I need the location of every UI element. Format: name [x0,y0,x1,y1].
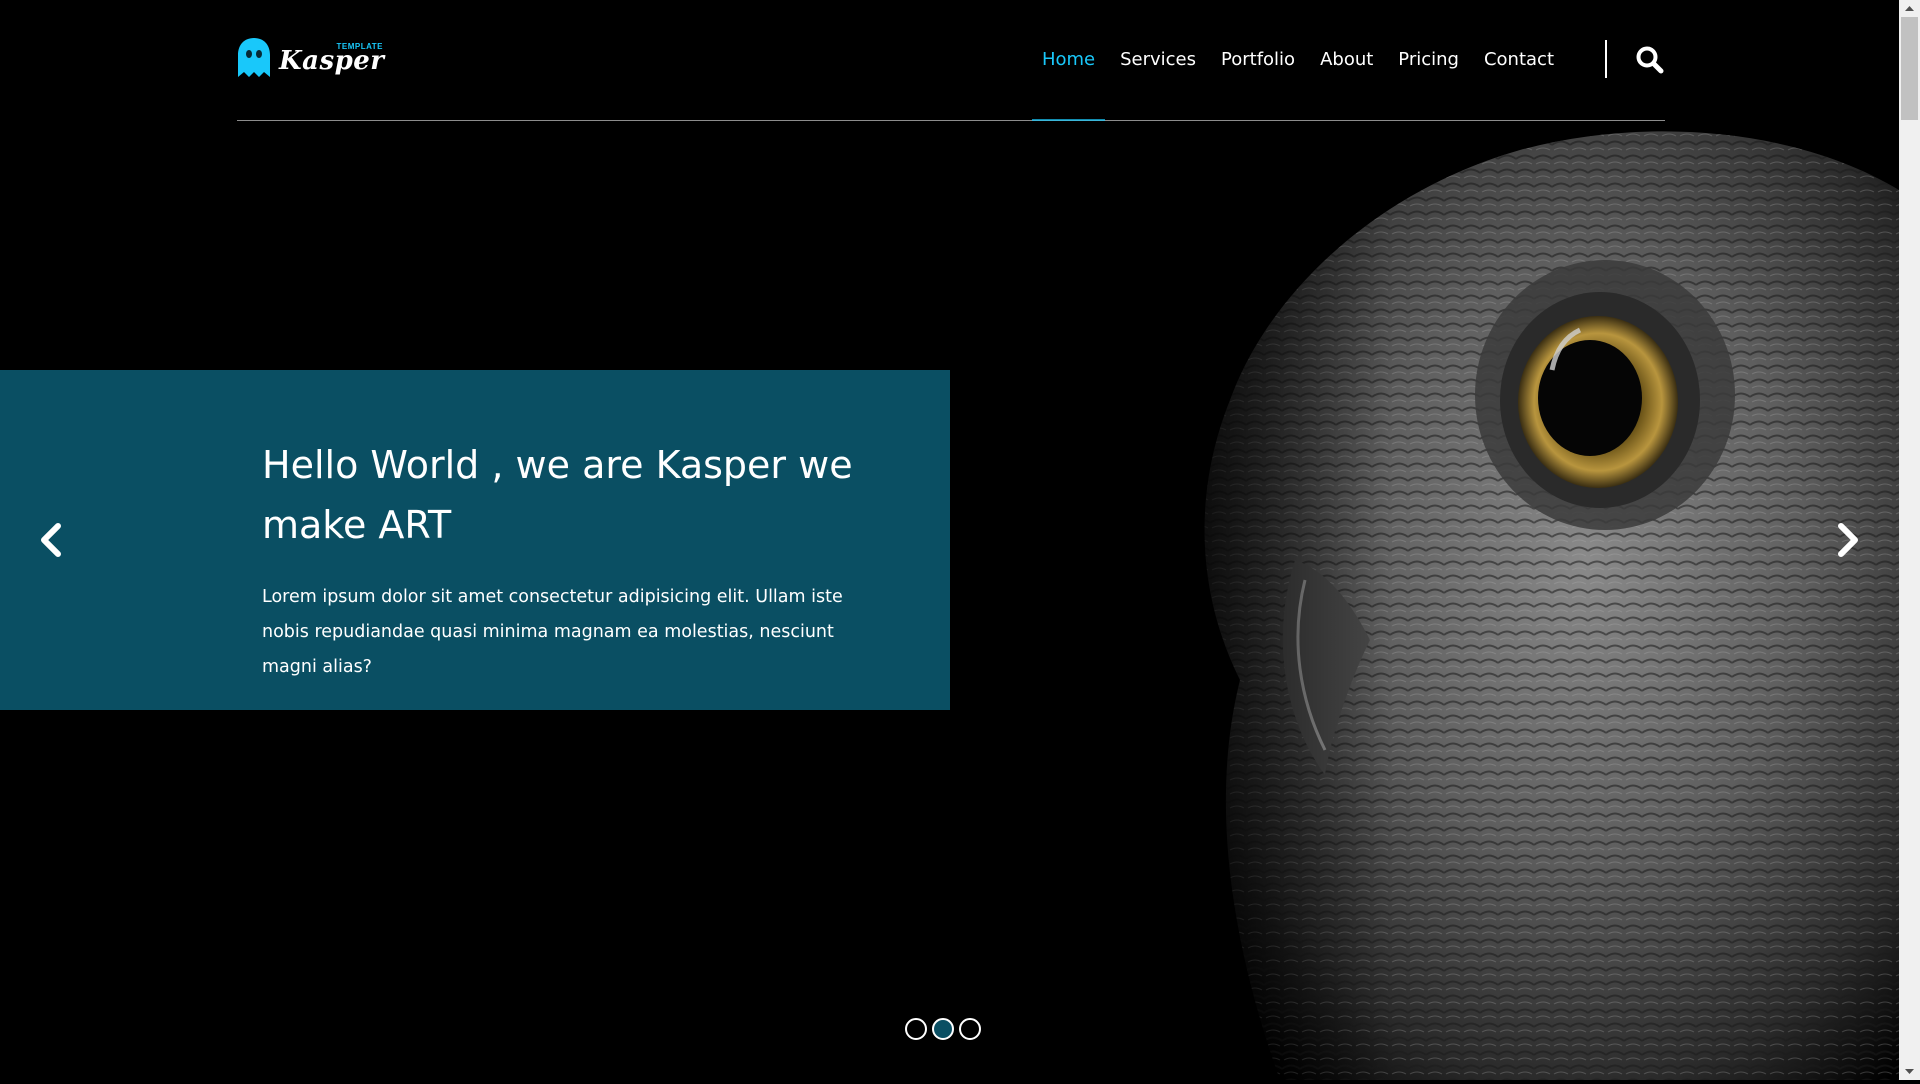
slider-bullets [905,1018,986,1040]
main-nav: Home Services Portfolio About Pricing Co… [1017,0,1554,121]
hero-description: Lorem ipsum dolor sit amet consectetur a… [262,587,843,677]
site-header: TEMPLATE Kasper Home Services Portfolio … [237,0,1665,121]
nav-item-about[interactable]: About [1320,0,1373,120]
slider-bullet-2[interactable] [932,1018,954,1040]
brand-logo[interactable]: TEMPLATE Kasper [237,34,385,82]
nav-item-pricing[interactable]: Pricing [1398,0,1459,120]
chevron-right-icon [1838,523,1858,557]
logo-name: Kasper [279,46,385,76]
scrollbar-thumb[interactable] [1901,17,1918,120]
nav-item-home[interactable]: Home [1031,0,1106,121]
nav-item-services[interactable]: Services [1120,0,1196,120]
ghost-icon [238,38,270,77]
chevron-left-icon [41,523,61,557]
owl-background-image [1120,40,1899,1080]
slider-bullet-1[interactable] [905,1018,927,1040]
slider-bullet-3[interactable] [959,1018,981,1040]
nav-divider [1605,40,1607,78]
scroll-down-arrow-icon [1905,1069,1914,1074]
scroll-down-button[interactable] [1899,1063,1920,1080]
slider-next-button[interactable] [1829,518,1869,562]
landing-page: TEMPLATE Kasper Home Services Portfolio … [0,0,1899,1080]
hero-content-box: Hello World , we are Kasper we make ART … [0,370,950,710]
search-icon [1636,46,1664,74]
logo-wordmark: TEMPLATE Kasper [279,34,385,82]
nav-item-portfolio[interactable]: Portfolio [1221,0,1295,120]
vertical-scrollbar[interactable] [1899,0,1920,1080]
scroll-up-button[interactable] [1899,0,1920,17]
scroll-up-arrow-icon [1905,6,1914,11]
nav-item-contact[interactable]: Contact [1484,0,1554,120]
hero-title: Hello World , we are Kasper we make ART [262,443,853,547]
search-button[interactable] [1635,45,1665,75]
slider-prev-button[interactable] [30,518,70,562]
